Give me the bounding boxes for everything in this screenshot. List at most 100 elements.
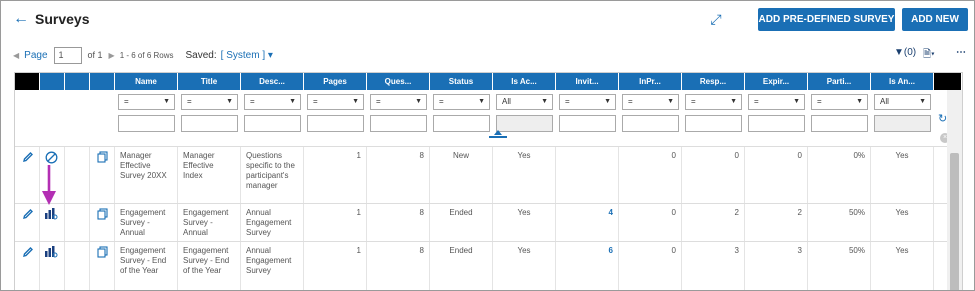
cell-name: Engagement Survey - End of the Year — [115, 242, 178, 290]
filter-is-active-select[interactable]: All ▼ — [496, 94, 553, 110]
table-row[interactable]: Engagement Survey - End of the Year Enga… — [15, 241, 947, 290]
page-count: of 1 — [87, 50, 103, 60]
filter-input-status[interactable] — [433, 115, 490, 132]
column-header-invited[interactable]: Invit... — [556, 73, 619, 90]
column-header-status[interactable]: Status — [430, 73, 493, 90]
filter-count: (0) — [903, 47, 917, 58]
cell-is-anonymous: Yes — [871, 242, 934, 290]
pencil-icon[interactable] — [22, 246, 34, 261]
cell-invited[interactable]: 4 — [556, 204, 619, 241]
cell-pages: 1 — [304, 147, 367, 203]
column-header-description[interactable]: Desc... — [241, 73, 304, 90]
cell-name: Manager Effective Survey 20XX — [115, 147, 178, 203]
filter-operator-title[interactable]: = ▼ — [181, 94, 238, 110]
header-edit-col — [15, 73, 40, 90]
filter-input-participation[interactable] — [811, 115, 868, 132]
filter-is-anonymous-select[interactable]: All ▼ — [874, 94, 931, 110]
pencil-icon[interactable] — [22, 151, 34, 166]
refresh-icon[interactable]: ↻ — [938, 112, 947, 125]
filter-operator-questions[interactable]: = ▼ — [370, 94, 427, 110]
table-row[interactable]: Manager Effective Survey 20XX Manager Ef… — [15, 146, 947, 203]
column-header-in-progress[interactable]: InPr... — [619, 73, 682, 90]
filter-input-questions[interactable] — [370, 115, 427, 132]
header-copy-col — [90, 73, 115, 90]
column-header-title[interactable]: Title — [178, 73, 241, 90]
cell-status: New — [430, 147, 493, 203]
filter-input-invited[interactable] — [559, 115, 616, 132]
filter-input-responded[interactable] — [685, 115, 742, 132]
saved-label: Saved: — [185, 49, 217, 61]
cell-expired: 3 — [745, 242, 808, 290]
column-header-pages[interactable]: Pages — [304, 73, 367, 90]
column-header-is-anonymous[interactable]: Is An... — [871, 73, 934, 90]
header-action-col-2 — [65, 73, 90, 90]
page-number-input[interactable]: 1 — [53, 46, 82, 64]
filter-operator-responded[interactable]: = ▼ — [685, 94, 742, 110]
column-header-questions[interactable]: Ques... — [367, 73, 430, 90]
cell-name: Engagement Survey - Annual — [115, 204, 178, 241]
cell-pages: 1 — [304, 204, 367, 241]
filter-operator-name[interactable]: = ▼ — [118, 94, 175, 110]
filter-operator-status[interactable]: = ▼ — [433, 94, 490, 110]
column-header-name[interactable]: Name — [115, 73, 178, 90]
table-row[interactable]: Engagement Survey - Annual Engagement Su… — [15, 203, 947, 241]
surveys-grid: Name Title Desc... Pages Ques... Status … — [14, 72, 963, 290]
column-header-participation[interactable]: Parti... — [808, 73, 871, 90]
back-arrow-icon[interactable]: ← — [13, 10, 29, 28]
pencil-icon[interactable] — [22, 208, 34, 223]
filter-input-pages[interactable] — [307, 115, 364, 132]
cell-description: Annual Engagement Survey — [241, 204, 304, 241]
filter-input-name[interactable] — [118, 115, 175, 132]
next-page-icon[interactable]: ▶ — [109, 51, 115, 60]
column-header-is-active[interactable]: Is Ac... — [493, 73, 556, 90]
cell-responded: 0 — [682, 147, 745, 203]
filter-operator-pages[interactable]: = ▼ — [307, 94, 364, 110]
cell-is-anonymous: Yes — [871, 147, 934, 203]
cell-description: Questions specific to the participant's … — [241, 147, 304, 203]
more-options-icon[interactable]: ⋯ — [956, 47, 967, 58]
copy-icon[interactable] — [97, 246, 108, 261]
copy-icon[interactable] — [97, 151, 108, 166]
cell-is-active: Yes — [493, 242, 556, 290]
filter-input-expired[interactable] — [748, 115, 805, 132]
cell-title: Engagement Survey - End of the Year — [178, 242, 241, 290]
cell-is-anonymous: Yes — [871, 204, 934, 241]
column-header-expired[interactable]: Expir... — [745, 73, 808, 90]
funnel-icon: ▼ — [894, 47, 904, 58]
cell-is-active: Yes — [493, 204, 556, 241]
surveys-page: ← Surveys ⤢ ADD PRE-DEFINED SURVEY ADD N… — [0, 0, 975, 291]
vertical-scrollbar[interactable] — [947, 90, 962, 290]
cell-status: Ended — [430, 204, 493, 241]
filter-operator-invited[interactable]: = ▼ — [559, 94, 616, 110]
filter-input-description[interactable] — [244, 115, 301, 132]
scrollbar-thumb[interactable] — [950, 153, 959, 290]
cell-title: Engagement Survey - Annual — [178, 204, 241, 241]
cell-in-progress: 0 — [619, 204, 682, 241]
filter-operator-in-progress[interactable]: = ▼ — [622, 94, 679, 110]
survey-results-icon[interactable] — [44, 208, 58, 223]
cell-in-progress: 0 — [619, 147, 682, 203]
cell-responded: 2 — [682, 204, 745, 241]
saved-view-dropdown[interactable]: [ System ] ▾ — [221, 50, 273, 61]
copy-icon[interactable] — [97, 208, 108, 223]
filter-input-title[interactable] — [181, 115, 238, 132]
filter-operator-description[interactable]: = ▼ — [244, 94, 301, 110]
filter-input-is-active — [496, 115, 553, 132]
survey-results-icon[interactable] — [44, 246, 58, 261]
column-header-responded[interactable]: Resp... — [682, 73, 745, 90]
filter-input-in-progress[interactable] — [622, 115, 679, 132]
cell-questions: 8 — [367, 204, 430, 241]
prev-page-icon[interactable]: ◀ — [13, 51, 19, 60]
cell-participation: 50% — [808, 242, 871, 290]
cell-invited[interactable]: 6 — [556, 242, 619, 290]
header-tools-col — [934, 73, 962, 90]
export-menu-button[interactable]: 🗎▾ — [923, 47, 935, 64]
add-new-button[interactable]: ADD NEW — [902, 8, 968, 31]
expand-icon[interactable]: ⤢ — [708, 11, 724, 27]
cell-invited[interactable] — [556, 147, 619, 203]
filter-operator-participation[interactable]: = ▼ — [811, 94, 868, 110]
filter-operator-expired[interactable]: = ▼ — [748, 94, 805, 110]
add-predefined-survey-button[interactable]: ADD PRE-DEFINED SURVEY — [758, 8, 895, 31]
filter-count-button[interactable]: ▼(0) — [894, 47, 916, 58]
collapse-filter-handle[interactable] — [489, 130, 507, 140]
